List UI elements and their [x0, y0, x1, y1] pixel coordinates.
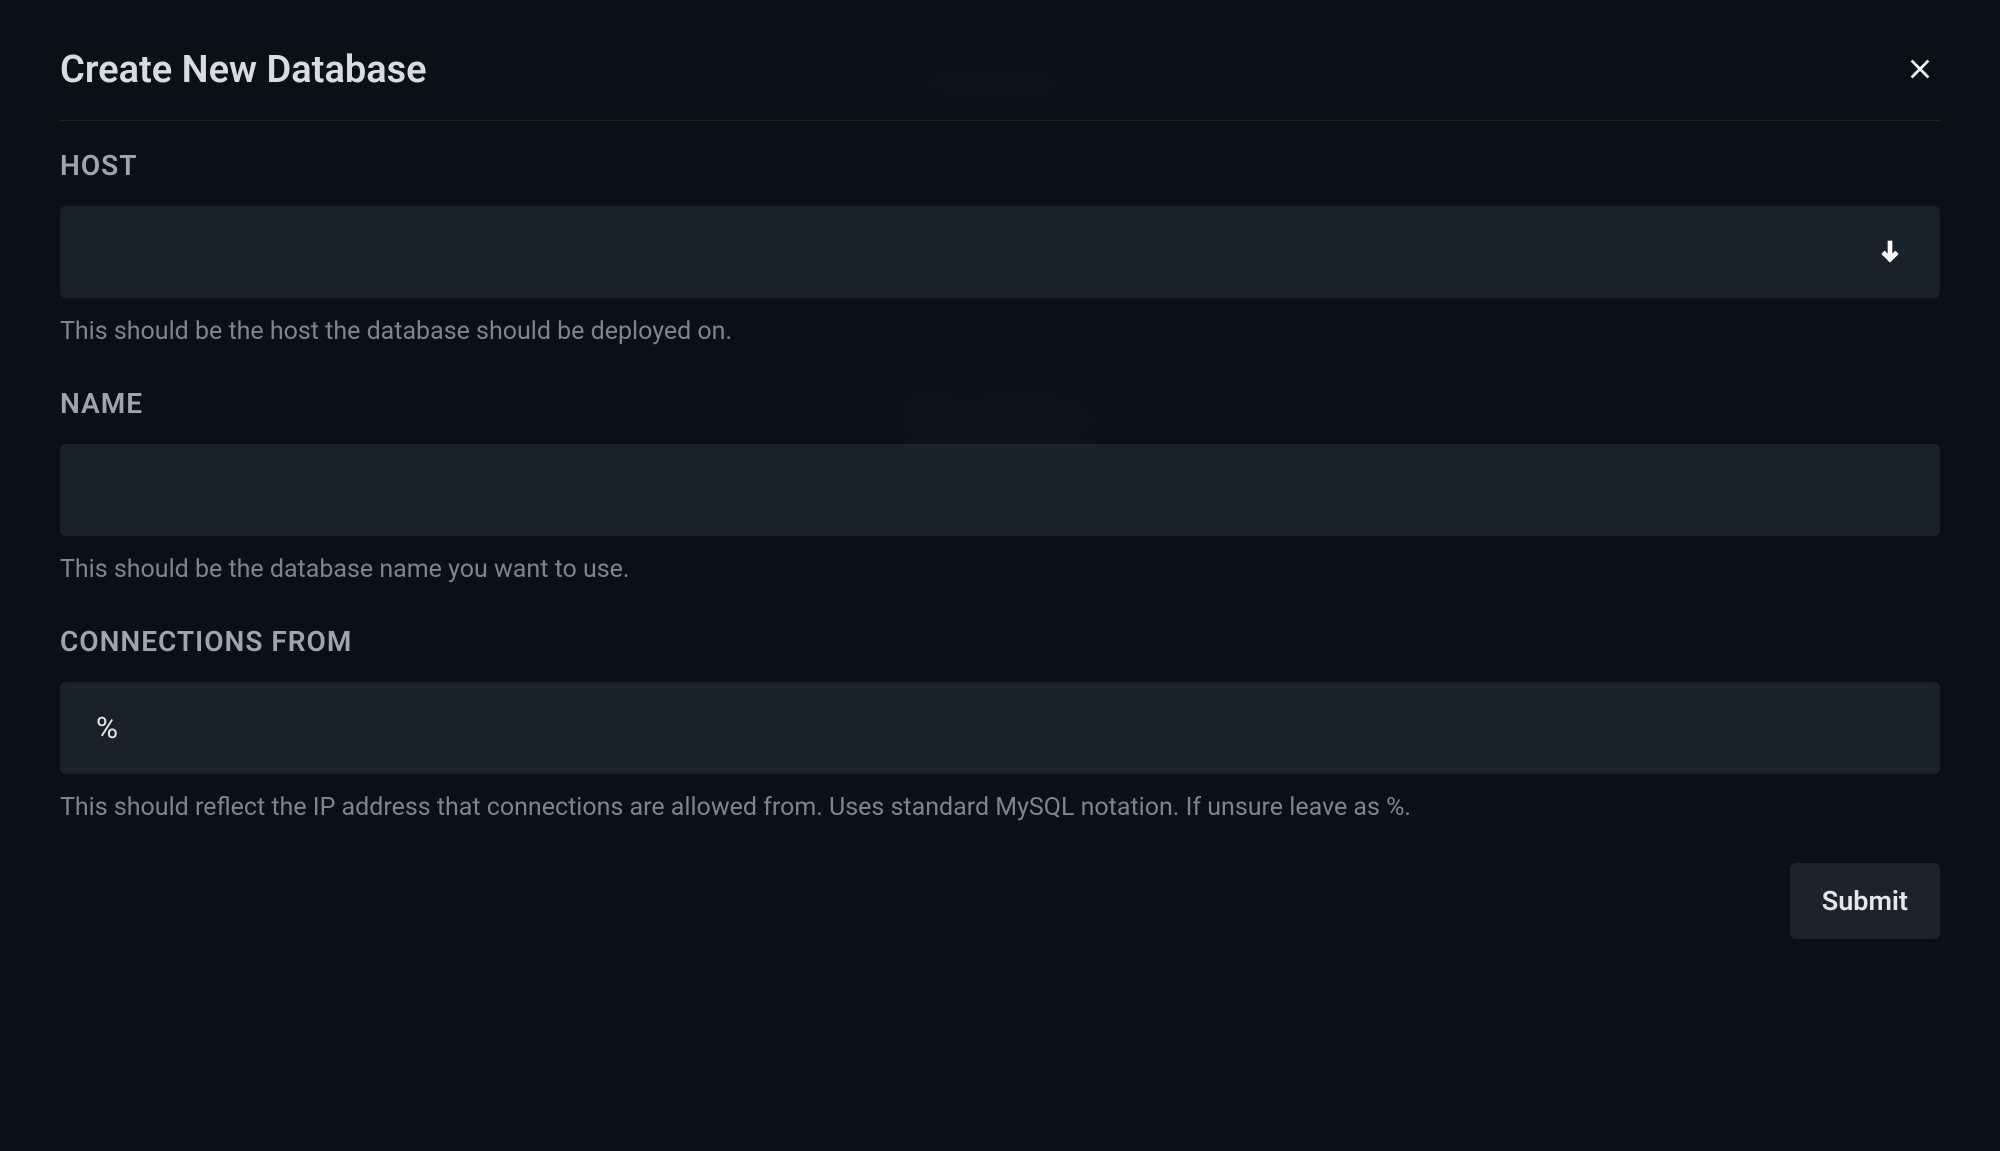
connections-input[interactable]: [60, 682, 1940, 774]
modal-header: Create New Database: [60, 48, 1940, 121]
host-select-wrapper: [60, 206, 1940, 298]
submit-button[interactable]: Submit: [1790, 863, 1940, 939]
modal-footer: Submit: [60, 863, 1940, 939]
modal-title: Create New Database: [60, 48, 427, 92]
name-help-text: This should be the database name you wan…: [60, 552, 1940, 587]
name-input[interactable]: [60, 444, 1940, 536]
host-help-text: This should be the host the database sho…: [60, 314, 1940, 349]
connections-help-text: This should reflect the IP address that …: [60, 790, 1940, 825]
create-database-modal: Create New Database HOST This should be …: [0, 0, 2000, 987]
name-label: NAME: [60, 387, 1940, 420]
connections-label: CONNECTIONS FROM: [60, 625, 1940, 658]
name-field-group: NAME This should be the database name yo…: [60, 387, 1940, 587]
close-button[interactable]: [1900, 49, 1940, 92]
modal-overlay: Databases No items If you need support, …: [0, 0, 2000, 1151]
close-icon: [1904, 53, 1936, 88]
host-select[interactable]: [60, 206, 1940, 298]
host-field-group: HOST This should be the host the databas…: [60, 149, 1940, 349]
host-label: HOST: [60, 149, 1940, 182]
connections-field-group: CONNECTIONS FROM This should reflect the…: [60, 625, 1940, 825]
